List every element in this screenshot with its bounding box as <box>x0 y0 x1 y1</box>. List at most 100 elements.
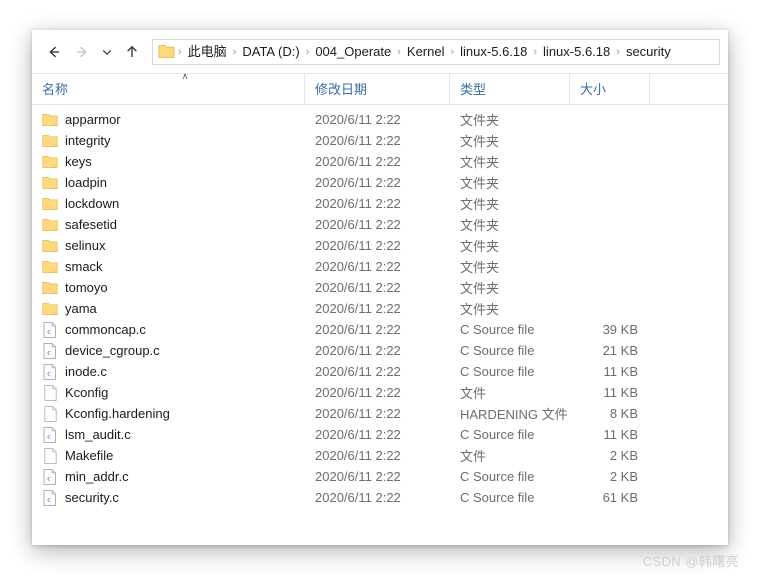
file-name-cell[interactable]: smack <box>32 259 305 275</box>
column-header-type[interactable]: 类型 <box>450 73 570 105</box>
column-header-name[interactable]: 名称 <box>32 73 305 105</box>
file-date-cell: 2020/6/11 2:22 <box>315 364 401 379</box>
file-size-cell: 2 KB <box>609 448 638 463</box>
file-row[interactable]: loadpin 2020/6/11 2:22 文件夹 <box>32 172 728 193</box>
file-row[interactable]: integrity 2020/6/11 2:22 文件夹 <box>32 130 728 151</box>
file-name-label: loadpin <box>65 175 107 190</box>
up-button[interactable] <box>118 38 146 66</box>
file-type-cell: C Source file <box>460 343 535 358</box>
file-size-cell: 21 KB <box>602 343 638 358</box>
file-row[interactable]: tomoyo 2020/6/11 2:22 文件夹 <box>32 277 728 298</box>
back-button[interactable] <box>40 38 68 66</box>
file-type-cell: 文件夹 <box>460 302 500 317</box>
file-type-cell: 文件夹 <box>460 113 500 128</box>
folder-icon <box>42 154 58 170</box>
file-list: apparmor 2020/6/11 2:22 文件夹 integrity 2020/6… <box>32 105 728 508</box>
file-row[interactable]: c inode.c 2020/6/11 2:22 C Source file 11 KB <box>32 361 728 382</box>
file-name-cell[interactable]: lockdown <box>32 196 305 212</box>
file-name-cell[interactable]: loadpin <box>32 175 305 191</box>
file-type-cell: C Source file <box>460 490 535 505</box>
file-name-label: safesetid <box>65 217 118 232</box>
file-row[interactable]: Kconfig.hardening 2020/6/11 2:22 HARDENING… <box>32 403 728 424</box>
c-source-icon: c <box>42 363 58 380</box>
file-date-cell: 2020/6/11 2:22 <box>315 154 401 169</box>
file-row[interactable]: apparmor 2020/6/11 2:22 文件夹 <box>32 109 728 130</box>
file-date-cell: 2020/6/11 2:22 <box>315 133 401 148</box>
file-date-cell: 2020/6/11 2:22 <box>315 112 401 127</box>
breadcrumb-item-security[interactable]: security <box>621 40 676 64</box>
file-name-label: smack <box>65 259 103 274</box>
file-size-cell: 39 KB <box>602 322 638 337</box>
file-type-cell: 文件夹 <box>460 176 500 191</box>
file-name-cell[interactable]: c commoncap.c <box>32 321 305 338</box>
file-row[interactable]: safesetid 2020/6/11 2:22 文件夹 <box>32 214 728 235</box>
file-name-label: selinux <box>65 238 106 253</box>
file-name-cell[interactable]: Kconfig.hardening <box>32 405 305 422</box>
breadcrumb-item-kernel[interactable]: Kernel <box>402 40 450 64</box>
file-name-cell[interactable]: Makefile <box>32 447 305 464</box>
folder-icon <box>42 217 58 233</box>
blank-file-icon <box>42 384 58 401</box>
file-row[interactable]: smack 2020/6/11 2:22 文件夹 <box>32 256 728 277</box>
file-type-cell: 文件夹 <box>460 155 500 170</box>
file-date-cell: 2020/6/11 2:22 <box>315 280 401 295</box>
breadcrumb-item-this-pc[interactable]: 此电脑 <box>183 40 232 64</box>
file-type-cell: 文件夹 <box>460 281 500 296</box>
column-header-spacer <box>650 74 728 105</box>
file-type-cell: C Source file <box>460 322 535 337</box>
folder-icon <box>42 112 58 128</box>
file-type-cell: 文件 <box>460 449 487 464</box>
column-header-date-modified[interactable]: 修改日期 <box>305 73 450 105</box>
file-date-cell: 2020/6/11 2:22 <box>315 175 401 190</box>
file-name-cell[interactable]: Kconfig <box>32 384 305 401</box>
forward-button[interactable] <box>68 38 96 66</box>
csdn-watermark: CSDN @韩曙亮 <box>642 554 739 569</box>
file-name-cell[interactable]: selinux <box>32 238 305 254</box>
file-row[interactable]: selinux 2020/6/11 2:22 文件夹 <box>32 235 728 256</box>
file-row[interactable]: c commoncap.c 2020/6/11 2:22 C Source file 3… <box>32 319 728 340</box>
breadcrumb-item-data-d[interactable]: DATA (D:) <box>237 40 304 64</box>
file-date-cell: 2020/6/11 2:22 <box>315 490 401 505</box>
file-size-cell: 2 KB <box>609 469 638 484</box>
file-name-label: keys <box>65 154 92 169</box>
recent-locations-button[interactable] <box>96 38 118 66</box>
file-row[interactable]: lockdown 2020/6/11 2:22 文件夹 <box>32 193 728 214</box>
file-name-cell[interactable]: integrity <box>32 133 305 149</box>
file-type-cell: HARDENING 文件 <box>460 407 568 422</box>
breadcrumb-item-linux-inner[interactable]: linux-5.6.18 <box>538 40 615 64</box>
file-date-cell: 2020/6/11 2:22 <box>315 406 401 421</box>
breadcrumb-item-linux-outer[interactable]: linux-5.6.18 <box>455 40 532 64</box>
file-row[interactable]: Kconfig 2020/6/11 2:22 文件 11 KB <box>32 382 728 403</box>
breadcrumb-item-004-operate[interactable]: 004_Operate <box>310 40 396 64</box>
file-name-cell[interactable]: c device_cgroup.c <box>32 342 305 359</box>
file-name-cell[interactable]: keys <box>32 154 305 170</box>
file-date-cell: 2020/6/11 2:22 <box>315 217 401 232</box>
file-name-cell[interactable]: c lsm_audit.c <box>32 426 305 443</box>
file-name-label: apparmor <box>65 112 121 127</box>
file-date-cell: 2020/6/11 2:22 <box>315 259 401 274</box>
file-row[interactable]: c device_cgroup.c 2020/6/11 2:22 C Source f… <box>32 340 728 361</box>
file-row[interactable]: c min_addr.c 2020/6/11 2:22 C Source file 2 … <box>32 466 728 487</box>
file-row[interactable]: yama 2020/6/11 2:22 文件夹 <box>32 298 728 319</box>
file-name-label: Kconfig <box>65 385 109 400</box>
file-name-cell[interactable]: c min_addr.c <box>32 468 305 485</box>
file-explorer-window: › 此电脑 › DATA (D:) › 004_Operate › Kernel… <box>32 30 728 545</box>
file-name-cell[interactable]: c security.c <box>32 489 305 506</box>
column-header-size[interactable]: 大小 <box>570 73 650 105</box>
file-row[interactable]: c lsm_audit.c 2020/6/11 2:22 C Source file 1… <box>32 424 728 445</box>
file-name-cell[interactable]: apparmor <box>32 112 305 128</box>
file-size-cell: 11 KB <box>603 364 638 379</box>
file-row[interactable]: Makefile 2020/6/11 2:22 文件 2 KB <box>32 445 728 466</box>
address-bar[interactable]: › 此电脑 › DATA (D:) › 004_Operate › Kernel… <box>152 38 720 65</box>
file-name-cell[interactable]: tomoyo <box>32 280 305 296</box>
file-row[interactable]: keys 2020/6/11 2:22 文件夹 <box>32 151 728 172</box>
folder-icon <box>42 280 58 296</box>
file-name-cell[interactable]: yama <box>32 301 305 317</box>
file-name-label: device_cgroup.c <box>65 343 160 358</box>
file-name-label: inode.c <box>65 364 107 379</box>
file-name-cell[interactable]: c inode.c <box>32 363 305 380</box>
file-type-cell: C Source file <box>460 364 535 379</box>
file-name-cell[interactable]: safesetid <box>32 217 305 233</box>
file-row[interactable]: c security.c 2020/6/11 2:22 C Source file 61… <box>32 487 728 508</box>
c-source-icon: c <box>42 468 58 485</box>
